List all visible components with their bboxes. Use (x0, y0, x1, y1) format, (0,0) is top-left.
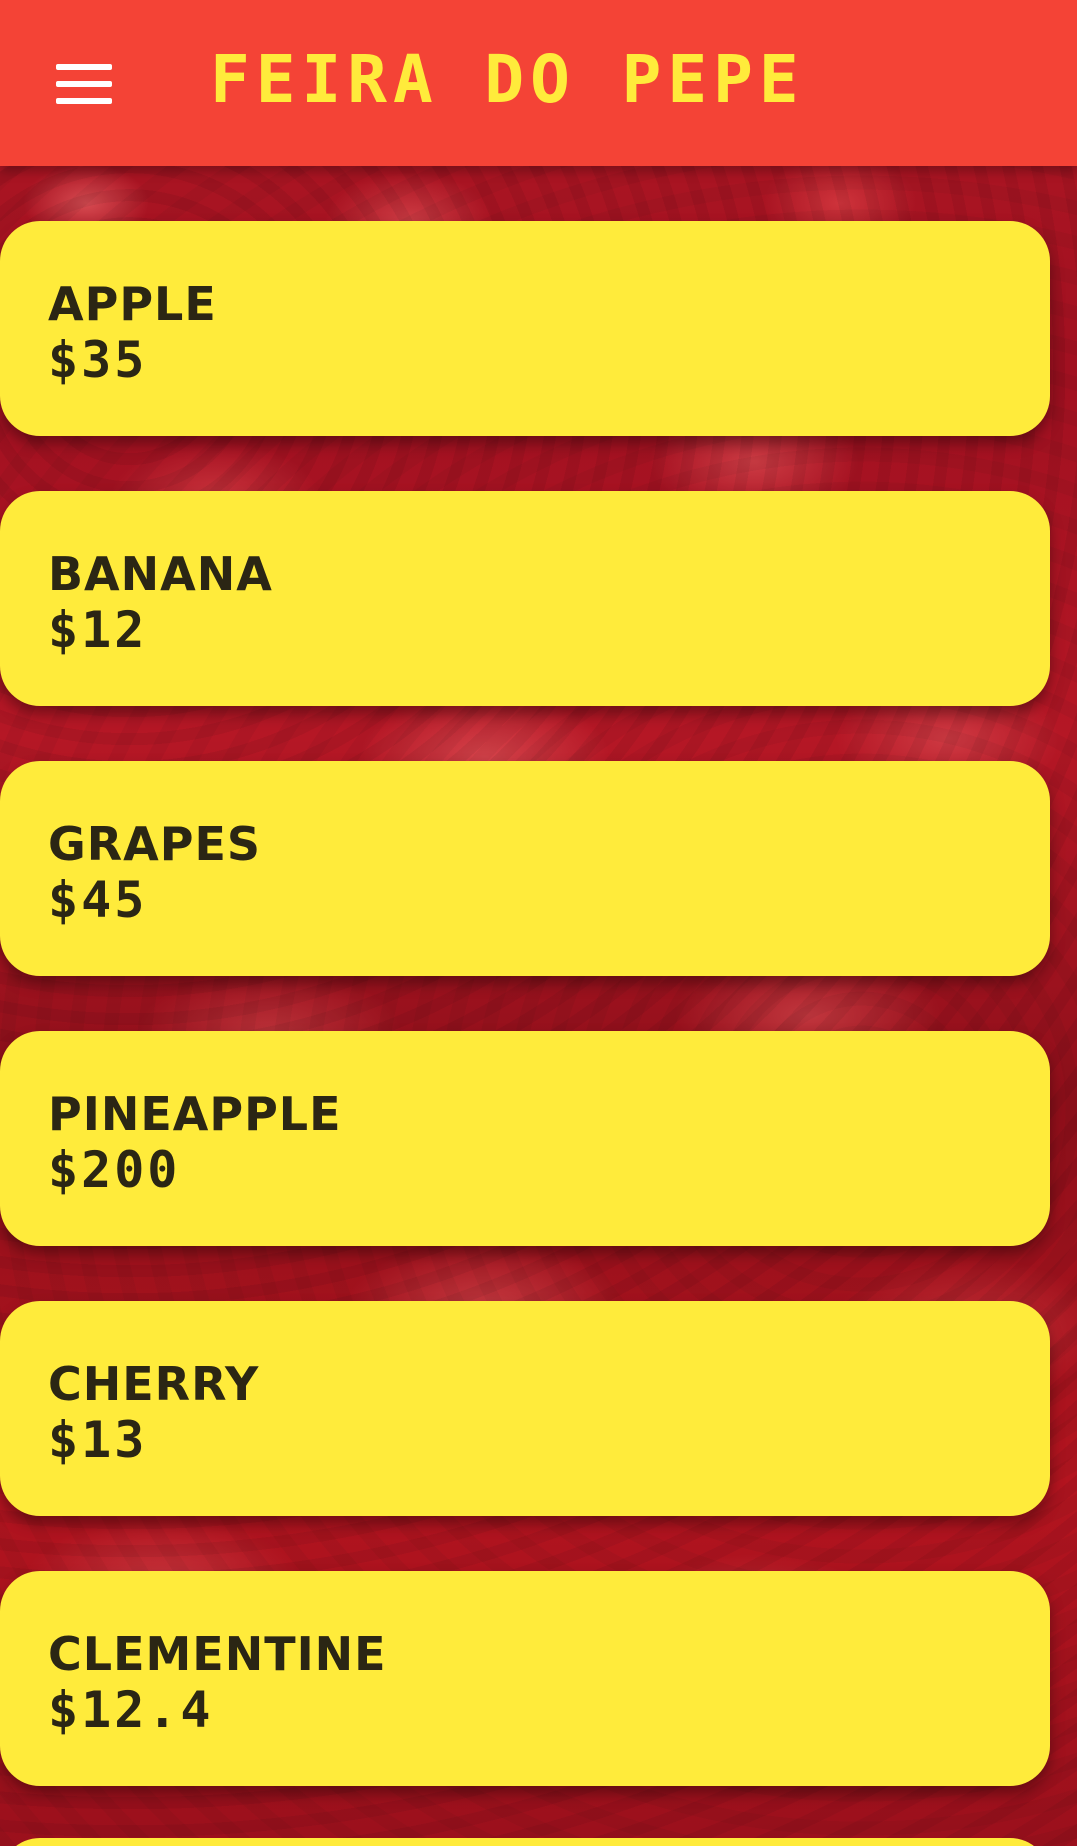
product-price: $35 (48, 331, 148, 389)
product-price: $12.4 (48, 1681, 214, 1739)
product-card-grapes[interactable]: GRAPES $45 (0, 761, 1050, 976)
product-price: $13 (48, 1411, 148, 1469)
product-card-partial[interactable] (0, 1838, 1050, 1846)
product-card-apple[interactable]: APPLE $35 (0, 221, 1050, 436)
product-name: CLEMENTINE (48, 1627, 387, 1681)
menu-button[interactable] (56, 64, 112, 104)
product-price: $45 (48, 871, 148, 929)
product-card-cherry[interactable]: CHERRY $13 (0, 1301, 1050, 1516)
product-price: $12 (48, 601, 148, 659)
hamburger-menu-icon-bar (56, 81, 112, 87)
product-name: APPLE (48, 277, 217, 331)
product-name: GRAPES (48, 817, 262, 871)
hamburger-menu-icon-bar (56, 98, 112, 104)
product-card-pineapple[interactable]: PINEAPPLE $200 (0, 1031, 1050, 1246)
hamburger-menu-icon (56, 64, 112, 70)
product-price: $200 (48, 1141, 181, 1199)
product-name: BANANA (48, 547, 273, 601)
product-name: CHERRY (48, 1357, 260, 1411)
app-header: FEIRA DO PEPE (0, 0, 1077, 166)
product-card-banana[interactable]: BANANA $12 (0, 491, 1050, 706)
product-list: APPLE $35 BANANA $12 GRAPES $45 PINEAPPL… (0, 221, 1050, 1841)
page-title: FEIRA DO PEPE (210, 41, 805, 118)
product-name: PINEAPPLE (48, 1087, 342, 1141)
product-card-clementine[interactable]: CLEMENTINE $12.4 (0, 1571, 1050, 1786)
